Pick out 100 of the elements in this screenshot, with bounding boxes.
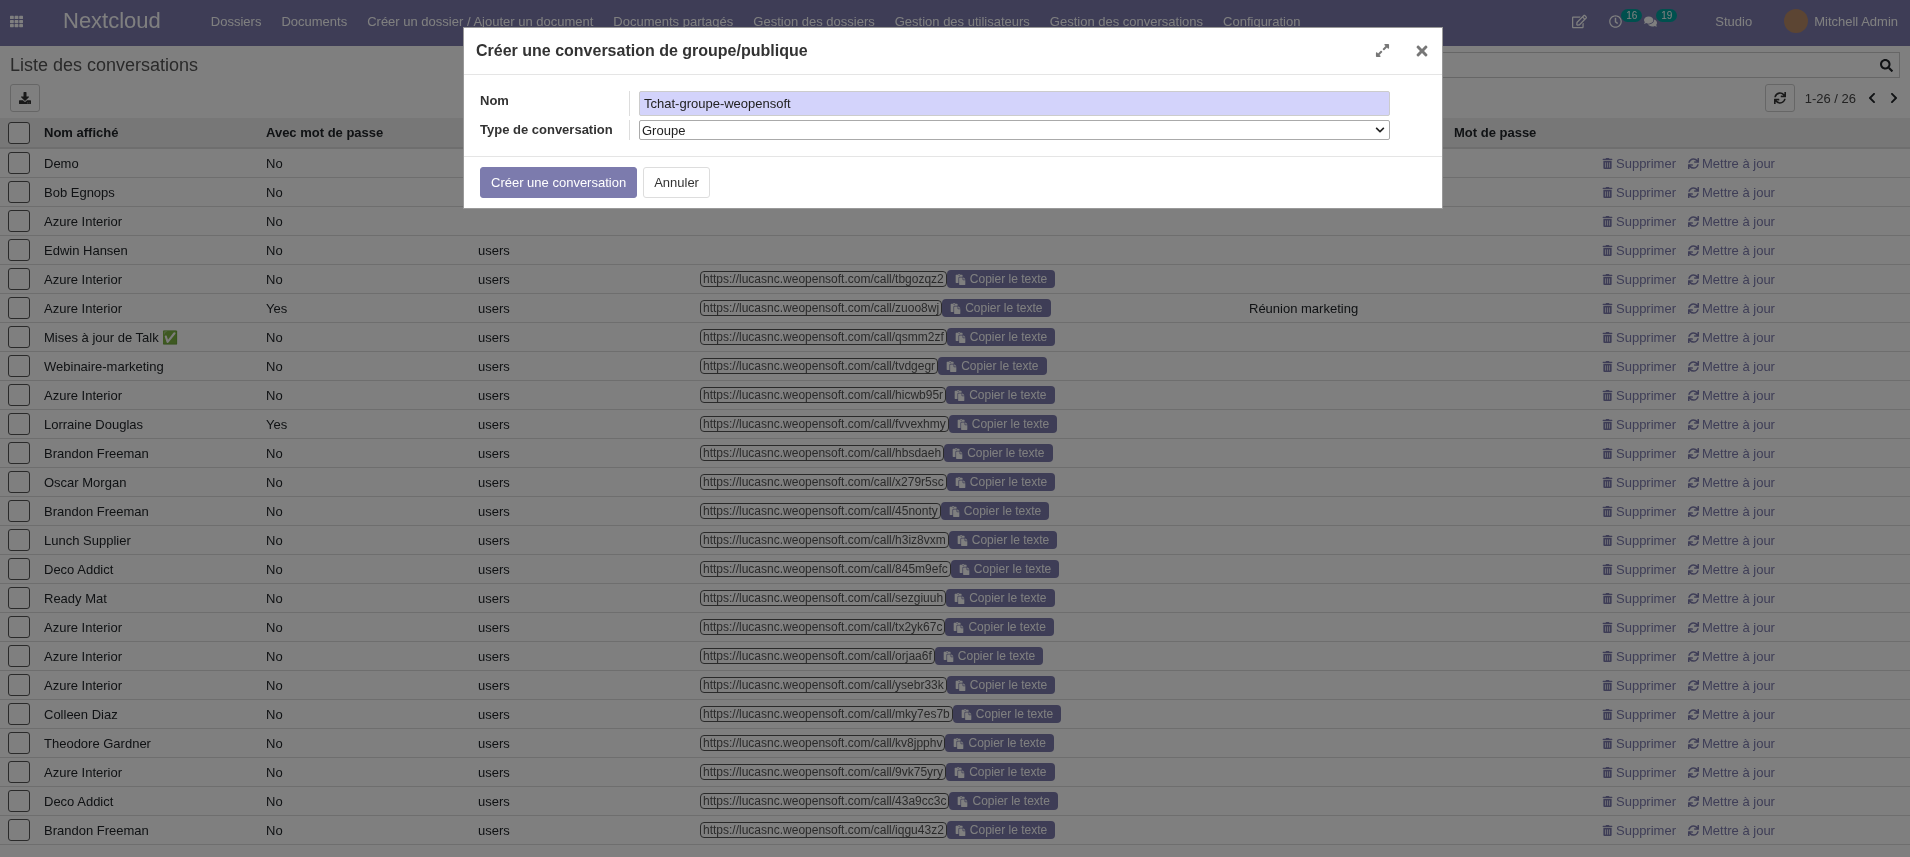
url-field[interactable]: https://lucasnc.weopensoft.com/call/ysebr33k [700, 677, 947, 693]
checkbox[interactable] [8, 121, 30, 144]
update-link[interactable]: Mettre à jour [1687, 474, 1775, 490]
update-link[interactable]: Mettre à jour [1687, 822, 1775, 838]
update-link[interactable]: Mettre à jour [1687, 155, 1775, 171]
delete-link[interactable]: Supprimer [1602, 329, 1676, 345]
update-link[interactable]: Mettre à jour [1687, 619, 1775, 635]
expand-icon[interactable] [1375, 43, 1390, 58]
url-field[interactable]: https://lucasnc.weopensoft.com/call/hicwb95r [700, 387, 947, 403]
delete-link[interactable]: Supprimer [1602, 793, 1676, 809]
checkbox[interactable] [8, 500, 30, 522]
url-field[interactable]: https://lucasnc.weopensoft.com/call/zuoo8wj [700, 300, 943, 316]
update-link[interactable]: Mettre à jour [1687, 764, 1775, 780]
update-link[interactable]: Mettre à jour [1687, 445, 1775, 461]
checkbox[interactable] [8, 674, 30, 696]
url-field[interactable]: https://lucasnc.weopensoft.com/call/hbsdaeh [700, 445, 945, 461]
update-link[interactable]: Mettre à jour [1687, 677, 1775, 693]
delete-link[interactable]: Supprimer [1602, 474, 1676, 490]
checkbox[interactable] [8, 558, 30, 580]
copy-button[interactable]: Copier le texte [946, 328, 1056, 346]
delete-link[interactable]: Supprimer [1602, 358, 1676, 374]
delete-link[interactable]: Supprimer [1602, 706, 1676, 722]
delete-link[interactable]: Supprimer [1602, 445, 1676, 461]
url-field[interactable]: https://lucasnc.weopensoft.com/call/tbgozqz2 [700, 271, 947, 287]
update-link[interactable]: Mettre à jour [1687, 358, 1775, 374]
column-header[interactable]: Mot de passe [1444, 125, 1594, 140]
delete-link[interactable]: Supprimer [1602, 242, 1676, 258]
update-link[interactable]: Mettre à jour [1687, 213, 1775, 229]
previous-icon[interactable] [1866, 92, 1878, 104]
checkbox[interactable] [8, 616, 30, 638]
type-select[interactable]: Groupe [639, 120, 1390, 140]
copy-button[interactable]: Copier le texte [934, 647, 1044, 665]
delete-link[interactable]: Supprimer [1602, 735, 1676, 751]
checkbox[interactable] [8, 326, 30, 348]
copy-button[interactable]: Copier le texte [952, 705, 1062, 723]
delete-link[interactable]: Supprimer [1602, 271, 1676, 287]
menu-item[interactable]: Gestion des conversations [1039, 13, 1214, 29]
copy-button[interactable]: Copier le texte [948, 415, 1058, 433]
update-link[interactable]: Mettre à jour [1687, 416, 1775, 432]
update-link[interactable]: Mettre à jour [1687, 184, 1775, 200]
checkbox[interactable] [8, 529, 30, 551]
checkbox[interactable] [8, 355, 30, 377]
update-link[interactable]: Mettre à jour [1687, 329, 1775, 345]
copy-button[interactable]: Copier le texte [946, 473, 1056, 491]
url-field[interactable]: https://lucasnc.weopensoft.com/call/fvvexhmy [700, 416, 949, 432]
user-name[interactable]: Mitchell Admin [1814, 13, 1898, 29]
edit-icon[interactable] [1572, 13, 1588, 29]
search-icon[interactable] [1880, 58, 1893, 72]
refresh-button[interactable] [1764, 84, 1795, 112]
delete-link[interactable]: Supprimer [1602, 300, 1676, 316]
url-field[interactable]: https://lucasnc.weopensoft.com/call/x279r5sc [700, 474, 947, 490]
url-field[interactable]: https://lucasnc.weopensoft.com/call/tx2yk67c [700, 619, 946, 635]
checkbox[interactable] [8, 297, 30, 319]
checkbox[interactable] [8, 268, 30, 290]
delete-link[interactable]: Supprimer [1602, 532, 1676, 548]
update-link[interactable]: Mettre à jour [1687, 271, 1775, 287]
copy-button[interactable]: Copier le texte [942, 299, 1051, 317]
checkbox[interactable] [8, 471, 30, 493]
menu-item[interactable]: Gestion des utilisateurs [884, 13, 1040, 29]
update-link[interactable]: Mettre à jour [1687, 300, 1775, 316]
update-link[interactable]: Mettre à jour [1687, 590, 1775, 606]
copy-button[interactable]: Copier le texte [946, 386, 1055, 404]
copy-button[interactable]: Copier le texte [946, 270, 1056, 288]
copy-button[interactable]: Copier le texte [946, 676, 1056, 694]
update-link[interactable]: Mettre à jour [1687, 503, 1775, 519]
update-link[interactable]: Mettre à jour [1687, 648, 1775, 664]
delete-link[interactable]: Supprimer [1602, 416, 1676, 432]
checkbox[interactable] [8, 152, 30, 174]
url-field[interactable]: https://lucasnc.weopensoft.com/call/9vk75yry [700, 764, 947, 780]
copy-button[interactable]: Copier le texte [945, 618, 1054, 636]
menu-item[interactable]: Dossiers [200, 13, 272, 29]
copy-button[interactable]: Copier le texte [940, 502, 1050, 520]
url-field[interactable]: https://lucasnc.weopensoft.com/call/845m9efc [700, 561, 951, 577]
url-field[interactable]: https://lucasnc.weopensoft.com/call/h3iz8vxm [700, 532, 949, 548]
url-field[interactable]: https://lucasnc.weopensoft.com/call/mky7es7b [700, 706, 953, 722]
delete-link[interactable]: Supprimer [1602, 387, 1676, 403]
close-icon[interactable] [1414, 43, 1430, 59]
delete-link[interactable]: Supprimer [1602, 213, 1676, 229]
menu-item[interactable]: Configuration [1213, 13, 1311, 29]
delete-link[interactable]: Supprimer [1602, 822, 1676, 838]
url-field[interactable]: https://lucasnc.weopensoft.com/call/sezgiuuh [700, 590, 947, 606]
update-link[interactable]: Mettre à jour [1687, 735, 1775, 751]
url-field[interactable]: https://lucasnc.weopensoft.com/call/43a9cc3c [700, 793, 950, 809]
delete-link[interactable]: Supprimer [1602, 619, 1676, 635]
delete-link[interactable]: Supprimer [1602, 503, 1676, 519]
checkbox[interactable] [8, 645, 30, 667]
checkbox[interactable] [8, 761, 30, 783]
url-field[interactable]: https://lucasnc.weopensoft.com/call/iqgu43z2 [700, 822, 947, 838]
update-link[interactable]: Mettre à jour [1687, 706, 1775, 722]
update-link[interactable]: Mettre à jour [1687, 532, 1775, 548]
update-link[interactable]: Mettre à jour [1687, 242, 1775, 258]
copy-button[interactable]: Copier le texte [938, 357, 1047, 375]
cancel-button[interactable]: Annuler [643, 167, 710, 198]
url-field[interactable]: https://lucasnc.weopensoft.com/call/tvdgegr [700, 358, 939, 374]
update-link[interactable]: Mettre à jour [1687, 561, 1775, 577]
next-icon[interactable] [1888, 92, 1900, 104]
url-field[interactable]: https://lucasnc.weopensoft.com/call/orjaa6f [700, 648, 935, 664]
checkbox[interactable] [8, 587, 30, 609]
checkbox[interactable] [8, 384, 30, 406]
copy-button[interactable]: Copier le texte [946, 821, 1056, 839]
